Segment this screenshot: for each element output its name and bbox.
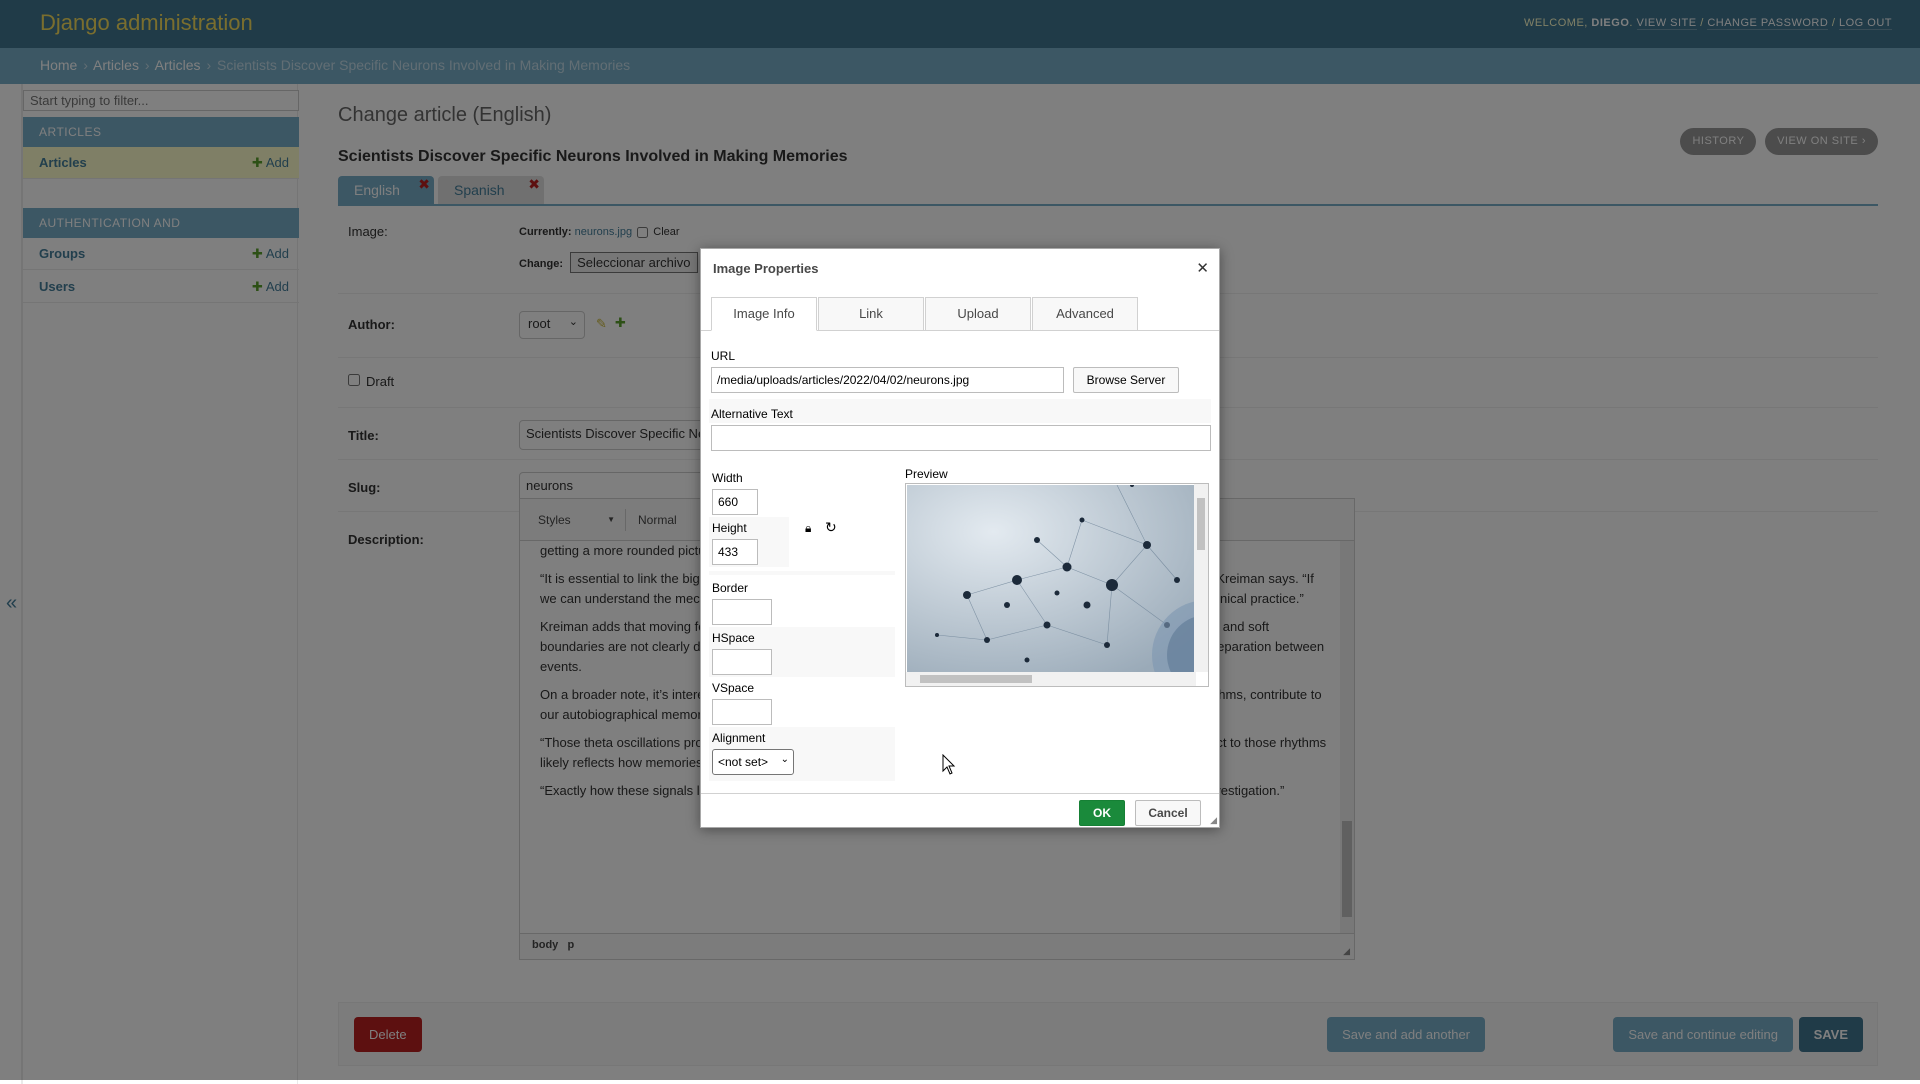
alignment-label: Alignment — [712, 731, 766, 745]
preview-horizontal-scrollbar[interactable] — [906, 672, 1196, 686]
scrollbar-thumb[interactable] — [1197, 498, 1205, 550]
width-input[interactable]: 660 — [712, 489, 758, 515]
chevron-down-icon: ⌄ — [780, 754, 789, 765]
border-label: Border — [712, 581, 749, 595]
dialog-resize-icon[interactable]: ◢ — [1210, 815, 1217, 826]
divider-stripe — [709, 571, 895, 575]
cancel-button[interactable]: Cancel — [1135, 800, 1201, 826]
dialog-footer-divider — [701, 793, 1219, 794]
preview-label: Preview — [905, 467, 948, 481]
preview-image — [907, 485, 1195, 673]
hspace-input[interactable] — [712, 649, 772, 675]
ok-button[interactable]: OK — [1079, 800, 1125, 826]
hspace-label: HSpace — [712, 631, 755, 645]
alignment-value: <not set> — [718, 755, 769, 769]
alignment-select[interactable]: <not set> ⌄ — [712, 749, 794, 775]
scrollbar-thumb[interactable] — [920, 675, 1032, 683]
tab-advanced[interactable]: Advanced — [1032, 297, 1138, 331]
alt-text-input[interactable] — [711, 425, 1211, 451]
height-input[interactable]: 433 — [712, 539, 758, 565]
mouse-cursor-icon — [942, 754, 956, 775]
browse-server-button[interactable]: Browse Server — [1073, 367, 1179, 393]
alt-text-label: Alternative Text — [711, 407, 793, 421]
border-input[interactable] — [712, 599, 772, 625]
url-label: URL — [711, 349, 736, 363]
tab-upload[interactable]: Upload — [925, 297, 1031, 331]
dialog-title: Image Properties — [713, 261, 819, 276]
vspace-label: VSpace — [712, 681, 755, 695]
tab-image-info[interactable]: Image Info — [711, 297, 817, 331]
lock-ratio-icon[interactable]: 🔒︎ — [805, 521, 811, 536]
close-icon[interactable]: ✕ — [1196, 259, 1209, 277]
url-input[interactable]: /media/uploads/articles/2022/04/02/neuro… — [711, 367, 1064, 393]
height-label: Height — [712, 521, 747, 535]
reset-size-icon[interactable]: ↻ — [825, 519, 837, 536]
tab-link[interactable]: Link — [818, 297, 924, 331]
vspace-input[interactable] — [712, 699, 772, 725]
preview-vertical-scrollbar[interactable] — [1194, 484, 1208, 672]
preview-pane[interactable] — [905, 483, 1209, 687]
width-label: Width — [712, 471, 743, 485]
image-properties-dialog: Image Properties ✕ Image Info Link Uploa… — [700, 248, 1220, 828]
